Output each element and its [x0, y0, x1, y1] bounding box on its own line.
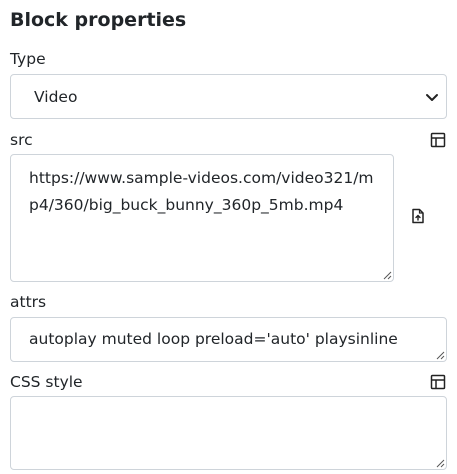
- src-value: https://www.sample-videos.com/video321/m…: [29, 169, 374, 214]
- chevron-down-icon: [426, 94, 438, 101]
- resize-grip-icon[interactable]: [382, 270, 392, 280]
- layout-panel-icon[interactable]: [430, 132, 446, 148]
- attrs-value: autoplay muted loop preload='auto' plays…: [29, 330, 398, 348]
- type-label: Type: [10, 50, 46, 68]
- src-label: src: [10, 131, 33, 149]
- layout-panel-icon[interactable]: [430, 374, 446, 390]
- attrs-label: attrs: [10, 293, 47, 311]
- type-select[interactable]: Video: [10, 74, 447, 119]
- file-upload-icon[interactable]: [411, 208, 425, 224]
- resize-grip-icon[interactable]: [435, 458, 445, 468]
- src-textarea[interactable]: https://www.sample-videos.com/video321/m…: [10, 154, 394, 282]
- css-style-textarea[interactable]: [10, 396, 447, 470]
- attrs-textarea[interactable]: autoplay muted loop preload='auto' plays…: [10, 317, 447, 362]
- panel-title: Block properties: [10, 9, 187, 31]
- css-style-label: CSS style: [10, 373, 83, 391]
- type-select-value: Video: [34, 88, 78, 106]
- resize-grip-icon[interactable]: [435, 350, 445, 360]
